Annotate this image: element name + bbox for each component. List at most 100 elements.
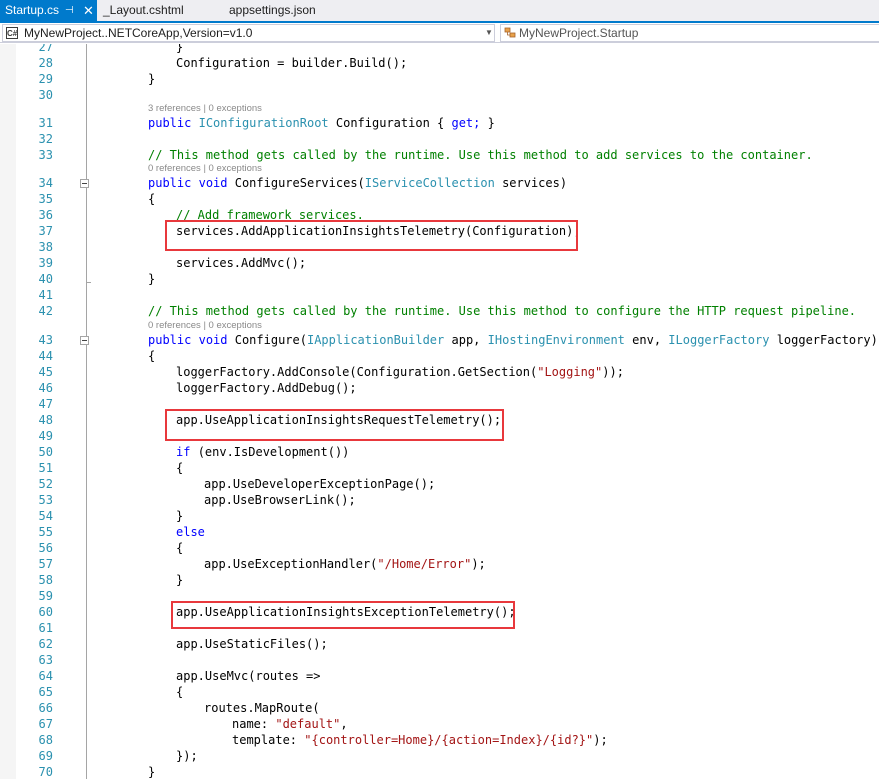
tab-label: appsettings.json — [229, 3, 316, 17]
code-text: app.UseExceptionHandler("/Home/Error"); — [204, 557, 486, 571]
code-line: 56 { — [0, 540, 879, 556]
line-number: 43 — [38, 333, 53, 347]
code-line: 45 loggerFactory.AddConsole(Configuratio… — [0, 364, 879, 380]
codelens-references[interactable]: 3 references | 0 exceptions — [148, 103, 262, 115]
line-number: 66 — [38, 701, 53, 715]
line-number: 31 — [38, 116, 53, 130]
code-text: routes.MapRoute( — [204, 701, 320, 715]
line-number: 29 — [38, 72, 53, 86]
codelens-references[interactable]: 0 references | 0 exceptions — [148, 163, 262, 175]
code-line: 69 }); — [0, 748, 879, 764]
code-line: 58 } — [0, 572, 879, 588]
code-text: } — [148, 765, 156, 779]
code-text: app.UseBrowserLink(); — [204, 493, 356, 507]
code-line: 67 name: "default", — [0, 716, 879, 732]
codelens-references[interactable]: 0 references | 0 exceptions — [148, 320, 262, 332]
code-text: { — [176, 541, 184, 555]
code-text: if (env.IsDevelopment()) — [176, 445, 350, 459]
navigation-bar: C# MyNewProject..NETCoreApp,Version=v1.0… — [0, 23, 879, 43]
line-number: 38 — [38, 240, 53, 254]
code-line: 31 public IConfigurationRoot Configurati… — [0, 115, 879, 131]
line-number: 57 — [38, 557, 53, 571]
pin-icon[interactable]: ⊣ — [65, 0, 74, 21]
tab-appsettings-json[interactable]: appsettings.json — [229, 0, 316, 21]
code-text: template: "{controller=Home}/{action=Ind… — [232, 733, 608, 747]
line-number: 37 — [38, 224, 53, 238]
line-number: 59 — [38, 589, 53, 603]
code-text: public void Configure(IApplicationBuilde… — [148, 333, 878, 347]
line-number: 52 — [38, 477, 53, 491]
code-text: app.UseStaticFiles(); — [176, 637, 328, 651]
code-line: 54 } — [0, 508, 879, 524]
code-text: name: "default", — [232, 717, 348, 731]
line-number: 50 — [38, 445, 53, 459]
line-number: 62 — [38, 637, 53, 651]
project-dropdown[interactable]: C# MyNewProject..NETCoreApp,Version=v1.0… — [2, 24, 495, 42]
line-number: 56 — [38, 541, 53, 555]
type-dropdown[interactable]: MyNewProject.Startup — [500, 24, 879, 42]
code-text: } — [176, 573, 184, 587]
chevron-down-icon[interactable]: ▼ — [485, 25, 493, 41]
line-number: 35 — [38, 192, 53, 206]
code-comment: // This method gets called by the runtim… — [148, 304, 857, 318]
code-text: loggerFactory.AddConsole(Configuration.G… — [176, 365, 624, 379]
code-line: 29 } — [0, 71, 879, 87]
class-icon — [504, 27, 516, 39]
tab-startup-cs[interactable]: Startup.cs ⊣ ✕ — [0, 0, 97, 21]
code-text: { — [176, 685, 184, 699]
code-line: 40 } — [0, 271, 879, 287]
line-number: 47 — [38, 397, 53, 411]
tab-layout-cshtml[interactable]: _Layout.cshtml — [103, 0, 184, 21]
highlight-box-request-telemetry — [165, 409, 504, 441]
code-text: Configuration = builder.Build(); — [176, 56, 408, 70]
code-text: app.UseMvc(routes => — [176, 669, 321, 683]
close-icon[interactable]: ✕ — [83, 0, 94, 21]
code-line: 52 app.UseDeveloperExceptionPage(); — [0, 476, 879, 492]
line-number: 40 — [38, 272, 53, 286]
code-text: public void ConfigureServices(IServiceCo… — [148, 176, 568, 190]
code-line: 39 services.AddMvc(); — [0, 255, 879, 271]
code-text: } — [148, 272, 156, 286]
code-line: 44 { — [0, 348, 879, 364]
code-text: { — [148, 349, 156, 363]
line-number: 34 — [38, 176, 53, 190]
code-line: 41 — [0, 287, 879, 303]
type-dropdown-value: MyNewProject.Startup — [519, 26, 639, 40]
code-line: 27 } — [0, 44, 879, 55]
tab-label: Startup.cs — [5, 3, 60, 17]
line-number: 53 — [38, 493, 53, 507]
line-number: 44 — [38, 349, 53, 363]
code-line: 34 public void ConfigureServices(IServic… — [0, 175, 879, 191]
code-text: }); — [176, 749, 198, 763]
code-line: 42 // This method gets called by the run… — [0, 303, 879, 319]
code-line: 33 // This method gets called by the run… — [0, 147, 879, 163]
code-line: 63 — [0, 652, 879, 668]
code-text: { — [148, 192, 156, 206]
line-number: 60 — [38, 605, 53, 619]
tab-label: _Layout.cshtml — [103, 3, 184, 17]
code-editor[interactable]: 27 } 28 Configuration = builder.Build();… — [0, 44, 879, 779]
code-text: } — [176, 509, 184, 523]
code-text: services.AddMvc(); — [176, 256, 307, 270]
code-line: 70 } — [0, 764, 879, 779]
line-number: 68 — [38, 733, 53, 747]
code-line: 53 app.UseBrowserLink(); — [0, 492, 879, 508]
code-line: 51 { — [0, 460, 879, 476]
code-line: 64 app.UseMvc(routes => — [0, 668, 879, 684]
code-text: public IConfigurationRoot Configuration … — [148, 116, 495, 130]
code-comment: // This method gets called by the runtim… — [148, 148, 813, 162]
line-number: 63 — [38, 653, 53, 667]
code-line: 55 else — [0, 524, 879, 540]
code-line: 30 — [0, 87, 879, 103]
line-number: 41 — [38, 288, 53, 302]
code-line: 65 { — [0, 684, 879, 700]
line-number: 58 — [38, 573, 53, 587]
line-number: 65 — [38, 685, 53, 699]
line-number: 30 — [38, 88, 53, 102]
line-number: 33 — [38, 148, 53, 162]
line-number: 49 — [38, 429, 53, 443]
line-number: 28 — [38, 56, 53, 70]
code-line: 57 app.UseExceptionHandler("/Home/Error"… — [0, 556, 879, 572]
highlight-box-add-telemetry — [165, 220, 578, 251]
line-number: 42 — [38, 304, 53, 318]
